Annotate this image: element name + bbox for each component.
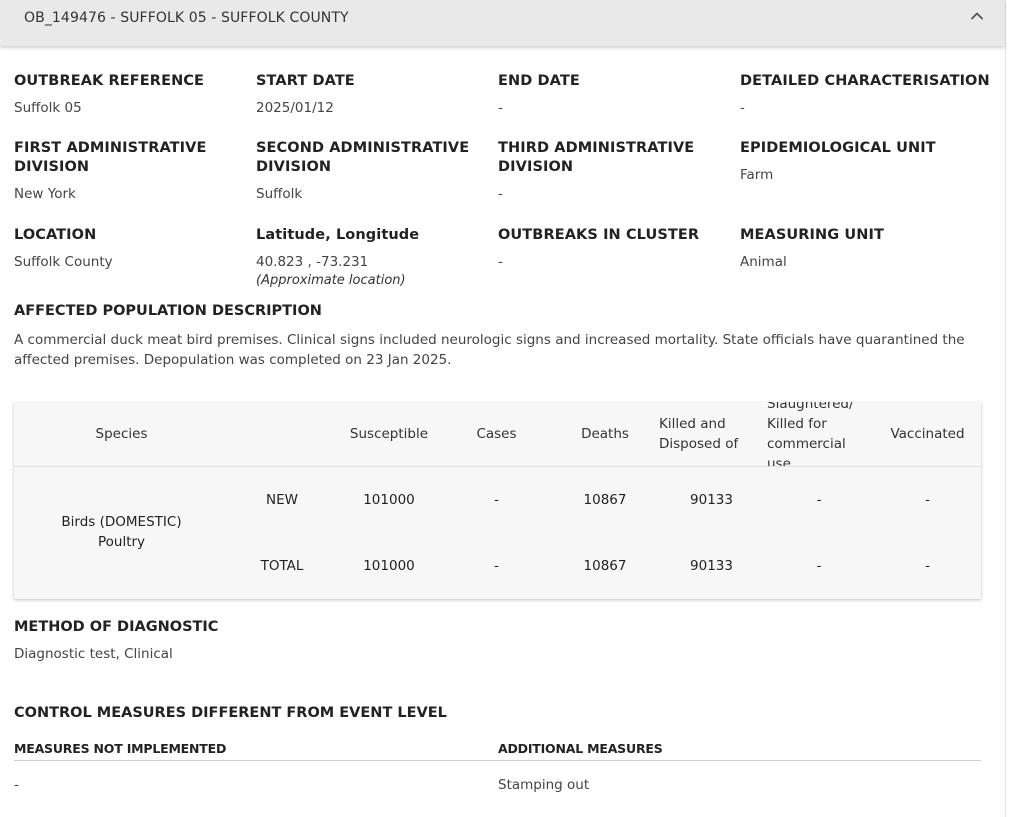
- outbreak-reference-value: Suffolk 05: [14, 100, 82, 116]
- header-deaths: Deaths: [581, 426, 629, 442]
- measures-not-implemented-value: -: [14, 777, 19, 793]
- location-label: LOCATION: [14, 227, 97, 243]
- outbreak-accordion-header[interactable]: OB_149476 - SUFFOLK 05 - SUFFOLK COUNTY: [0, 0, 1005, 46]
- first-admin-division-value: New York: [14, 186, 76, 202]
- header-killed-disposed: Killed and Disposed of: [659, 416, 739, 452]
- field-location: LOCATION Suffolk County: [14, 226, 249, 272]
- header-susceptible: Susceptible: [349, 426, 429, 442]
- row-total-slaughtered: -: [816, 558, 822, 574]
- third-admin-division-label: THIRD ADMINISTRATIVE DIVISION: [498, 140, 695, 175]
- end-date-label: END DATE: [498, 73, 580, 89]
- measuring-unit-value: Animal: [740, 254, 787, 270]
- field-start-date: START DATE 2025/01/12: [256, 72, 491, 118]
- row-total-type: TOTAL: [260, 558, 304, 574]
- species-cell: Birds (DOMESTIC) Poultry: [61, 514, 182, 550]
- row-new-deaths: 10867: [583, 492, 627, 508]
- row-new-slaughtered: -: [816, 492, 822, 508]
- third-admin-division-value: -: [498, 186, 503, 202]
- row-new-killed: 90133: [690, 492, 733, 508]
- field-end-date: END DATE -: [498, 72, 733, 118]
- control-measures-divider: [14, 760, 981, 761]
- measures-not-implemented-label: MEASURES NOT IMPLEMENTED: [14, 741, 227, 756]
- outbreak-reference-label: OUTBREAK REFERENCE: [14, 73, 205, 89]
- row-total-cases: -: [494, 558, 499, 574]
- table-header-divider: [14, 466, 981, 467]
- header-vaccinated: Vaccinated: [890, 426, 965, 442]
- first-admin-division-label: FIRST ADMINISTRATIVE DIVISION: [14, 140, 207, 175]
- outbreaks-in-cluster-value: -: [498, 254, 503, 270]
- location-value: Suffolk County: [14, 254, 113, 270]
- second-admin-division-value: Suffolk: [256, 186, 303, 202]
- row-total-deaths: 10867: [583, 558, 627, 574]
- chevron-up-icon[interactable]: [969, 8, 985, 24]
- species-table: Species Susceptible Cases Deaths Killed …: [14, 402, 981, 599]
- field-detailed-characterisation: DETAILED CHARACTERISATION -: [740, 72, 1000, 118]
- row-new-susceptible: 101000: [363, 492, 415, 508]
- diagnostic-title: METHOD OF DIAGNOSTIC: [14, 619, 219, 635]
- affected-population-title: AFFECTED POPULATION DESCRIPTION: [14, 303, 322, 319]
- lat-long-label: Latitude, Longitude: [256, 227, 420, 243]
- row-new-type: NEW: [266, 492, 298, 508]
- detailed-characterisation-label: DETAILED CHARACTERISATION: [740, 73, 990, 89]
- row-new-cases: -: [494, 492, 499, 508]
- measuring-unit-label: MEASURING UNIT: [740, 227, 885, 243]
- field-second-admin-division: SECOND ADMINISTRATIVE DIVISION Suffolk: [256, 139, 476, 204]
- detailed-characterisation-value: -: [740, 100, 745, 116]
- row-total-vaccinated: -: [925, 558, 930, 574]
- row-total-killed: 90133: [690, 558, 733, 574]
- affected-population-text: A commercial duck meat bird premises. Cl…: [14, 332, 965, 368]
- field-third-admin-division: THIRD ADMINISTRATIVE DIVISION -: [498, 139, 708, 204]
- epidemiological-unit-value: Farm: [740, 167, 774, 183]
- epidemiological-unit-label: EPIDEMIOLOGICAL UNIT: [740, 140, 936, 156]
- approximate-location-note: (Approximate location): [256, 273, 406, 288]
- second-admin-division-label: SECOND ADMINISTRATIVE DIVISION: [256, 140, 470, 175]
- diagnostic-value: Diagnostic test, Clinical: [14, 646, 173, 662]
- field-lat-long: Latitude, Longitude 40.823 , -73.231 (Ap…: [256, 226, 491, 290]
- end-date-value: -: [498, 100, 503, 116]
- start-date-label: START DATE: [256, 73, 355, 89]
- lat-long-value: 40.823 , -73.231: [256, 254, 369, 270]
- outbreak-title: OB_149476 - SUFFOLK 05 - SUFFOLK COUNTY: [24, 10, 349, 26]
- field-outbreak-reference: OUTBREAK REFERENCE Suffolk 05: [14, 72, 249, 118]
- outbreak-detail-panel: OB_149476 - SUFFOLK 05 - SUFFOLK COUNTY …: [0, 0, 1006, 817]
- field-epidemiological-unit: EPIDEMIOLOGICAL UNIT Farm: [740, 139, 990, 185]
- control-measures-title: CONTROL MEASURES DIFFERENT FROM EVENT LE…: [14, 705, 447, 721]
- start-date-value: 2025/01/12: [256, 100, 334, 116]
- field-outbreaks-in-cluster: OUTBREAKS IN CLUSTER -: [498, 226, 733, 272]
- additional-measures-value: Stamping out: [498, 777, 590, 793]
- field-first-admin-division: FIRST ADMINISTRATIVE DIVISION New York: [14, 139, 224, 204]
- field-measuring-unit: MEASURING UNIT Animal: [740, 226, 975, 272]
- outbreaks-in-cluster-label: OUTBREAKS IN CLUSTER: [498, 227, 700, 243]
- row-total-susceptible: 101000: [363, 558, 415, 574]
- row-new-vaccinated: -: [925, 492, 930, 508]
- header-cases: Cases: [476, 426, 517, 442]
- header-species: Species: [95, 426, 148, 442]
- additional-measures-label: ADDITIONAL MEASURES: [498, 741, 663, 756]
- header-slaughtered: Slaughtered/ Killed for commercial use: [767, 402, 854, 466]
